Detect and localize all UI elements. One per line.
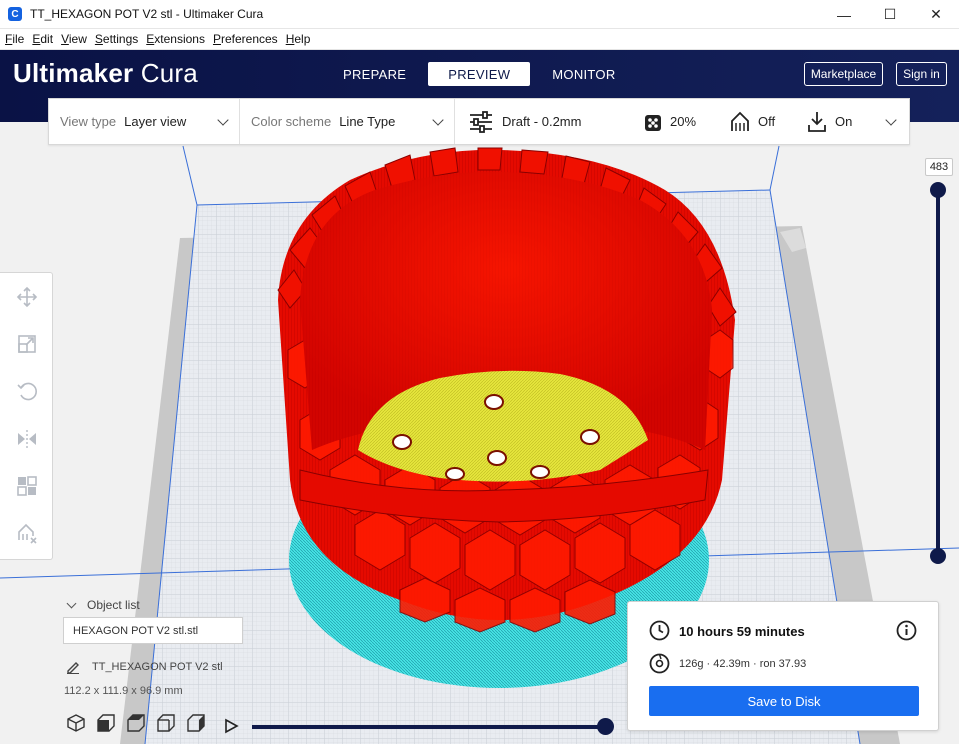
stage-tabs: PREPARE PREVIEW MONITOR: [329, 62, 638, 86]
top-view-button[interactable]: [124, 713, 147, 736]
cube-front-icon: [96, 713, 116, 736]
scale-tool[interactable]: [0, 322, 53, 368]
print-info-panel: 10 hours 59 minutes 126g · 42.39m · ron …: [627, 601, 939, 731]
scale-icon: [16, 333, 38, 358]
layer-slider-upper-handle[interactable]: [930, 182, 946, 198]
cube-left-icon: [156, 713, 176, 736]
window-title-bar: C TT_HEXAGON POT V2 stl - Ultimaker Cura…: [0, 0, 959, 29]
maximize-button[interactable]: ☐: [867, 0, 913, 29]
tab-preview[interactable]: PREVIEW: [428, 62, 531, 86]
sliders-icon: [469, 110, 493, 133]
menu-settings[interactable]: Settings: [92, 32, 141, 46]
per-model-settings-tool[interactable]: [0, 464, 53, 510]
spool-icon: [649, 653, 670, 677]
window-title: TT_HEXAGON POT V2 stl - Ultimaker Cura: [30, 7, 264, 21]
chevron-down-icon: [217, 114, 229, 126]
mirror-tool[interactable]: [0, 417, 53, 463]
camera-view-buttons: [64, 713, 214, 736]
color-scheme-dropdown[interactable]: Color scheme Line Type: [240, 99, 455, 144]
object-name: TT_HEXAGON POT V2 stl: [92, 661, 223, 673]
chevron-down-icon: [432, 114, 444, 126]
object-dimensions: 112.2 x 111.9 x 96.9 mm: [64, 685, 183, 697]
menu-bar: File Edit View Settings Extensions Prefe…: [0, 29, 959, 50]
menu-help[interactable]: Help: [283, 32, 314, 46]
color-scheme-value: Line Type: [339, 114, 396, 129]
chevron-down-icon: [885, 114, 897, 126]
pencil-icon: [66, 660, 80, 674]
view-type-value: Layer view: [124, 114, 187, 129]
menu-file[interactable]: File: [2, 32, 27, 46]
view-settings-toolbar: View type Layer view Color scheme Line T…: [48, 98, 910, 145]
menu-extensions[interactable]: Extensions: [143, 32, 208, 46]
tab-prepare[interactable]: PREPARE: [329, 62, 420, 86]
per-model-settings-icon: [16, 475, 38, 500]
cube-3d-icon: [66, 713, 86, 736]
cura-app-icon: C: [8, 7, 22, 21]
adhesion-icon: [807, 111, 827, 133]
support-value: Off: [758, 114, 776, 129]
cube-top-icon: [126, 713, 146, 736]
material-usage: 126g · 42.39m · ron 37.93: [679, 658, 807, 670]
tool-panel: [0, 272, 53, 560]
move-icon: [16, 286, 38, 311]
tab-monitor[interactable]: MONITOR: [538, 62, 629, 86]
rotate-icon: [16, 380, 38, 405]
menu-view[interactable]: View: [58, 32, 90, 46]
info-icon[interactable]: [896, 620, 917, 644]
infill-value: 20%: [670, 114, 697, 129]
left-view-button[interactable]: [154, 713, 177, 736]
object-list-header: Object list: [87, 598, 140, 612]
layer-number-field[interactable]: 483: [925, 158, 953, 176]
close-button[interactable]: ✕: [913, 0, 959, 29]
right-view-button[interactable]: [184, 713, 207, 736]
view-type-label: View type: [60, 114, 117, 129]
profile-value: Draft - 0.2mm: [502, 114, 582, 129]
print-time: 10 hours 59 minutes: [679, 624, 805, 639]
support-icon: [730, 111, 750, 133]
rotate-tool[interactable]: [0, 369, 53, 415]
object-name-row[interactable]: TT_HEXAGON POT V2 stl: [63, 660, 223, 674]
menu-preferences[interactable]: Preferences: [210, 32, 281, 46]
3d-view-button[interactable]: [64, 713, 87, 736]
path-slider-track[interactable]: [252, 725, 607, 729]
layer-slider-track[interactable]: [936, 190, 940, 556]
path-slider-handle[interactable]: [597, 718, 614, 735]
support-blocker-tool[interactable]: [0, 511, 53, 557]
support-blocker-icon: [16, 522, 38, 547]
clock-icon: [649, 620, 670, 644]
front-view-button[interactable]: [94, 713, 117, 736]
mirror-icon: [16, 428, 38, 453]
color-scheme-label: Color scheme: [251, 114, 332, 129]
move-tool[interactable]: [0, 275, 53, 321]
adhesion-value: On: [835, 114, 853, 129]
view-type-dropdown[interactable]: View type Layer view: [49, 99, 240, 144]
layer-slider-lower-handle[interactable]: [930, 548, 946, 564]
infill-icon: [644, 114, 662, 132]
minimize-button[interactable]: —: [821, 0, 867, 29]
play-icon: [223, 718, 239, 737]
chevron-down-icon: [66, 598, 77, 609]
ultimaker-cura-logo: Ultimaker Cura: [13, 58, 198, 88]
play-simulation-button[interactable]: [223, 718, 239, 737]
object-list-panel: Object list HEXAGON POT V2 stl.stl: [63, 598, 293, 644]
cube-right-icon: [186, 713, 206, 736]
save-to-disk-button[interactable]: Save to Disk: [649, 686, 919, 716]
menu-edit[interactable]: Edit: [29, 32, 56, 46]
marketplace-button[interactable]: Marketplace: [804, 62, 883, 86]
sign-in-button[interactable]: Sign in: [896, 62, 947, 86]
object-list-toggle[interactable]: Object list: [63, 598, 293, 612]
print-settings-selector[interactable]: Draft - 0.2mm 20% Off On: [455, 99, 909, 144]
object-list-item[interactable]: HEXAGON POT V2 stl.stl: [63, 617, 243, 644]
